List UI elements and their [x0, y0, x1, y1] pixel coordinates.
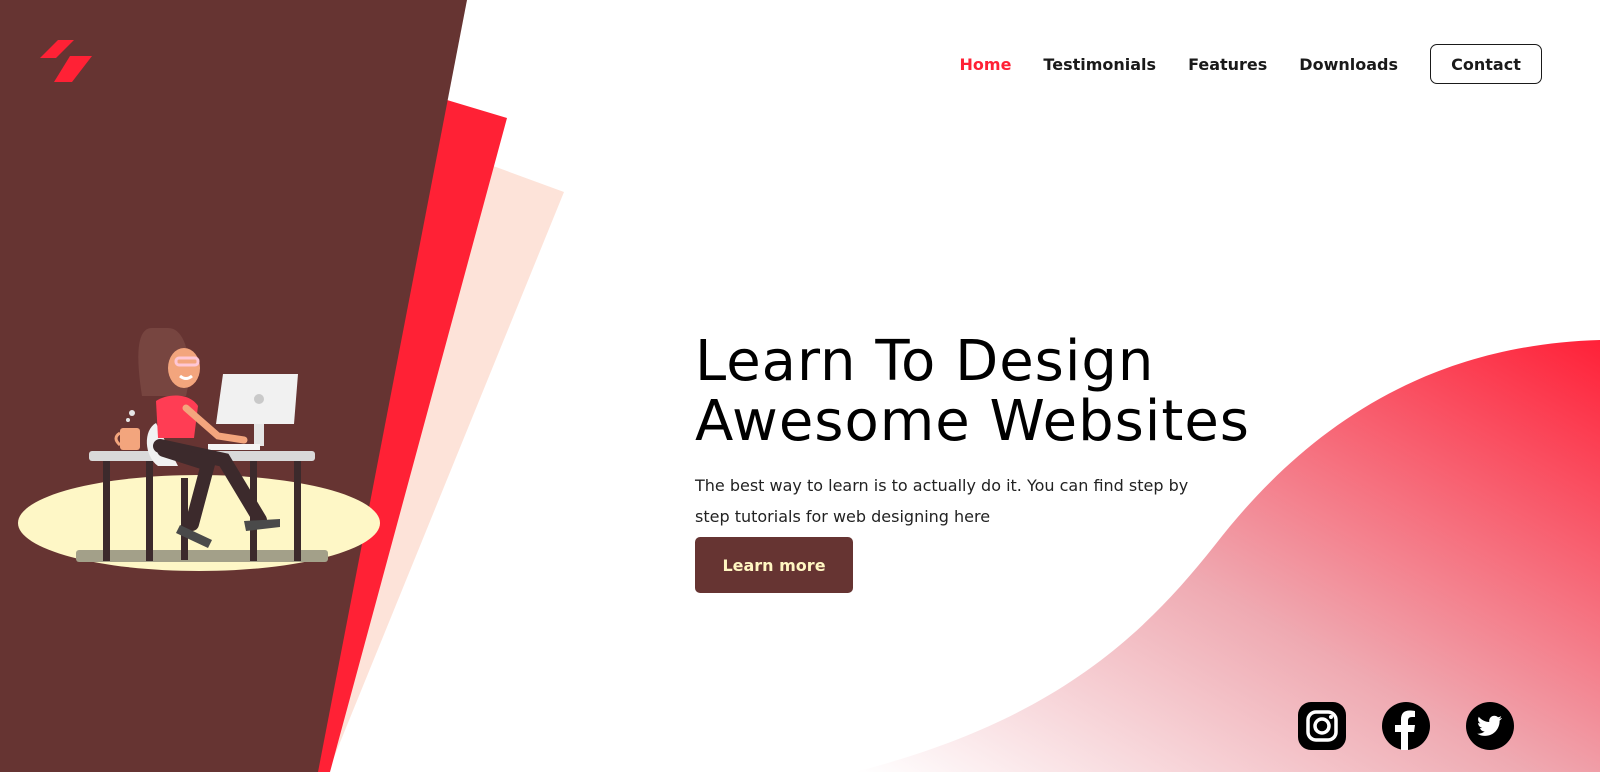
- woman-at-computer-illustration: [18, 328, 380, 571]
- twitter-icon[interactable]: [1466, 702, 1514, 750]
- desk-leg: [103, 461, 110, 561]
- main-nav: Home Testimonials Features Downloads Con…: [928, 44, 1542, 84]
- social-links: [1298, 702, 1550, 750]
- nav-features-link[interactable]: Features: [1188, 55, 1267, 74]
- hero-section: Learn To Design Awesome Websites The bes…: [695, 332, 1295, 593]
- learn-more-button[interactable]: Learn more: [695, 537, 853, 593]
- instagram-icon[interactable]: [1298, 702, 1346, 750]
- logo-icon[interactable]: [40, 40, 92, 84]
- steam: [126, 418, 130, 422]
- apple-logo-icon: [254, 394, 264, 404]
- mug-handle: [114, 431, 122, 447]
- face: [168, 348, 200, 388]
- hero-description: The best way to learn is to actually do …: [695, 476, 1189, 526]
- nav-home-link[interactable]: Home: [960, 55, 1012, 74]
- hero-title-line2: Awesome Websites: [695, 389, 1250, 454]
- keyboard: [208, 444, 260, 450]
- desk-leg: [294, 461, 301, 561]
- contact-button[interactable]: Contact: [1430, 44, 1542, 84]
- desk-leg: [146, 461, 153, 561]
- facebook-icon[interactable]: [1382, 702, 1430, 750]
- mug: [120, 428, 140, 450]
- floor-shadow: [76, 550, 328, 562]
- monitor-stand: [254, 424, 264, 446]
- steam: [129, 410, 135, 416]
- hero-title-line1: Learn To Design: [695, 329, 1155, 394]
- nav-downloads-link[interactable]: Downloads: [1299, 55, 1398, 74]
- nav-testimonials-link[interactable]: Testimonials: [1043, 55, 1156, 74]
- landing-page: Home Testimonials Features Downloads Con…: [0, 0, 1600, 772]
- hero-title: Learn To Design Awesome Websites: [695, 332, 1295, 452]
